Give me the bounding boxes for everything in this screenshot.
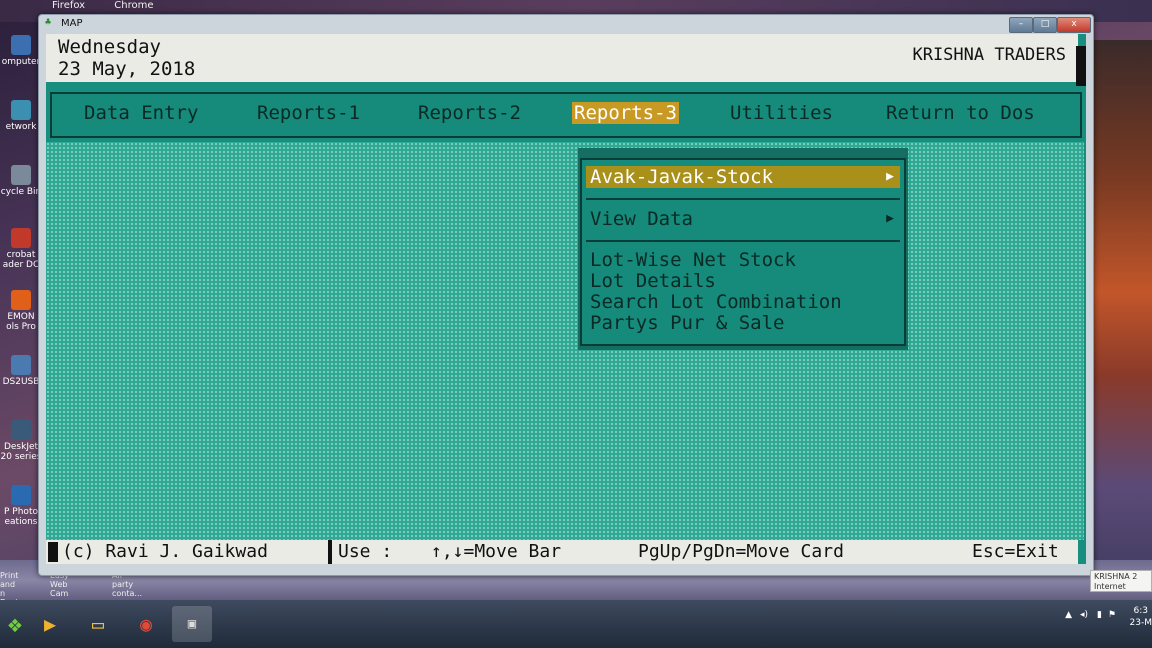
dropdown-item-search-lot-combination[interactable]: Search Lot Combination <box>586 291 900 313</box>
status-use-label: Use : <box>338 541 393 562</box>
network-notification[interactable]: KRISHNA 2 Internet access <box>1090 570 1152 592</box>
desktop-top-labels: Firefox Chrome <box>52 0 180 11</box>
notification-title: KRISHNA 2 <box>1094 572 1138 581</box>
desktop-icon[interactable]: omputer <box>0 35 42 67</box>
desktop-app-icon <box>11 290 31 310</box>
desktop-icon-label: DeskJet 20 series <box>0 442 42 462</box>
minimize-button[interactable]: – <box>1009 17 1033 33</box>
status-move-bar-hint: ↑,↓=Move Bar <box>431 541 562 562</box>
submenu-arrow-icon: ▶ <box>886 169 894 184</box>
desktop-app-icon <box>11 355 31 375</box>
desktop-icon-label: etwork <box>5 122 37 132</box>
dropdown-separator <box>586 240 900 242</box>
main-menu-bar: Data Entry Reports-1 Reports-2 Reports-3… <box>50 92 1082 138</box>
clock-date[interactable]: 23-M <box>1130 618 1152 628</box>
window-titlebar[interactable]: ♣ MAP – □ x <box>39 15 1093 33</box>
flag-icon[interactable]: ⚑ <box>1108 610 1116 620</box>
header-edge <box>1076 46 1086 86</box>
start-button[interactable]: ❖ <box>0 606 30 642</box>
file-explorer-icon[interactable]: ▭ <box>78 606 118 642</box>
desktop-icon-label: omputer <box>1 57 41 67</box>
reports-3-dropdown: Avak-Javak-Stock ▶ View Data ▶ Lot-Wise … <box>580 158 906 346</box>
desktop-icon[interactable]: DS2USB <box>0 355 42 387</box>
dropdown-item-partys-pur-sale[interactable]: Partys Pur & Sale <box>586 312 900 334</box>
dropdown-item-view-data[interactable]: View Data ▶ <box>586 208 900 230</box>
network-icon[interactable]: ▮ <box>1097 610 1102 620</box>
dropdown-item-lot-details[interactable]: Lot Details <box>586 270 900 292</box>
tray-chevron-icon[interactable]: ▲ <box>1065 610 1072 620</box>
taskbar: ❖ ▶ ▭ ◉ ▣ ▲ ◂) ▮ ⚑ 6:3 23-M <box>0 600 1152 648</box>
header-band: Wednesday 23 May, 2018 KRISHNA TRADERS <box>46 34 1078 82</box>
desktop-label-chrome[interactable]: Chrome <box>114 0 153 11</box>
notification-text: Internet access <box>1094 582 1126 591</box>
dropdown-item-lot-wise-net-stock[interactable]: Lot-Wise Net Stock <box>586 249 900 271</box>
status-bar-marker <box>48 542 58 562</box>
status-copyright: (c) Ravi J. Gaikwad <box>62 541 268 562</box>
window-title: MAP <box>61 18 83 29</box>
desktop-icon[interactable]: P Photo eations <box>0 485 42 527</box>
desktop-icon[interactable]: etwork <box>0 100 42 132</box>
menu-reports-2[interactable]: Reports-2 <box>416 102 523 124</box>
desktop-icon-label: EMON ols Pro <box>6 312 36 332</box>
volume-icon[interactable]: ◂) <box>1080 610 1088 620</box>
status-move-card-hint: PgUp/PgDn=Move Card <box>638 541 844 562</box>
status-divider <box>328 540 332 564</box>
dropdown-item-label: Avak-Javak-Stock <box>590 166 774 188</box>
dropdown-item-label: View Data <box>590 208 693 230</box>
menu-return-to-dos[interactable]: Return to Dos <box>884 102 1037 124</box>
dropdown-separator <box>586 198 900 200</box>
dos-console: Wednesday 23 May, 2018 KRISHNA TRADERS D… <box>46 34 1086 564</box>
desktop-icon-label: cycle Bin <box>0 187 42 197</box>
menu-data-entry[interactable]: Data Entry <box>82 102 200 124</box>
desktop-app-icon <box>11 165 31 185</box>
desktop-label-firefox[interactable]: Firefox <box>52 0 85 11</box>
console-task-icon[interactable]: ▣ <box>172 606 212 642</box>
dropdown-item-avak-javak-stock[interactable]: Avak-Javak-Stock ▶ <box>586 166 900 188</box>
desktop-app-icon <box>11 100 31 120</box>
tree-icon: ♣ <box>45 17 52 28</box>
desktop-icon[interactable]: DeskJet 20 series <box>0 420 42 462</box>
clock-time[interactable]: 6:3 <box>1134 606 1148 616</box>
desktop-icon-label: crobat ader DC <box>2 250 40 270</box>
maximize-button[interactable]: □ <box>1033 17 1057 33</box>
chrome-icon[interactable]: ◉ <box>126 606 166 642</box>
submenu-arrow-icon: ▶ <box>886 211 894 226</box>
status-exit-hint: Esc=Exit <box>972 541 1059 562</box>
menu-reports-1[interactable]: Reports-1 <box>255 102 362 124</box>
desktop-icon[interactable]: EMON ols Pro <box>0 290 42 332</box>
menu-reports-3[interactable]: Reports-3 <box>572 102 679 124</box>
status-bar: (c) Ravi J. Gaikwad Use : ↑,↓=Move Bar P… <box>46 540 1078 564</box>
desktop-app-icon <box>11 420 31 440</box>
header-day: Wednesday <box>58 36 161 58</box>
desktop-app-icon <box>11 485 31 505</box>
desktop-icon[interactable]: crobat ader DC <box>0 228 42 270</box>
console-background <box>46 142 1084 540</box>
menu-utilities[interactable]: Utilities <box>728 102 835 124</box>
desktop-icon[interactable]: cycle Bin <box>0 165 42 197</box>
desktop-app-icon <box>11 228 31 248</box>
desktop-app-icon <box>11 35 31 55</box>
header-date: 23 May, 2018 <box>58 58 196 80</box>
media-player-icon[interactable]: ▶ <box>30 606 70 642</box>
desktop-icon-label: DS2USB <box>2 377 40 387</box>
close-button[interactable]: x <box>1057 17 1091 33</box>
company-name: KRISHNA TRADERS <box>912 45 1066 65</box>
desktop-icon-label: P Photo eations <box>4 507 38 527</box>
